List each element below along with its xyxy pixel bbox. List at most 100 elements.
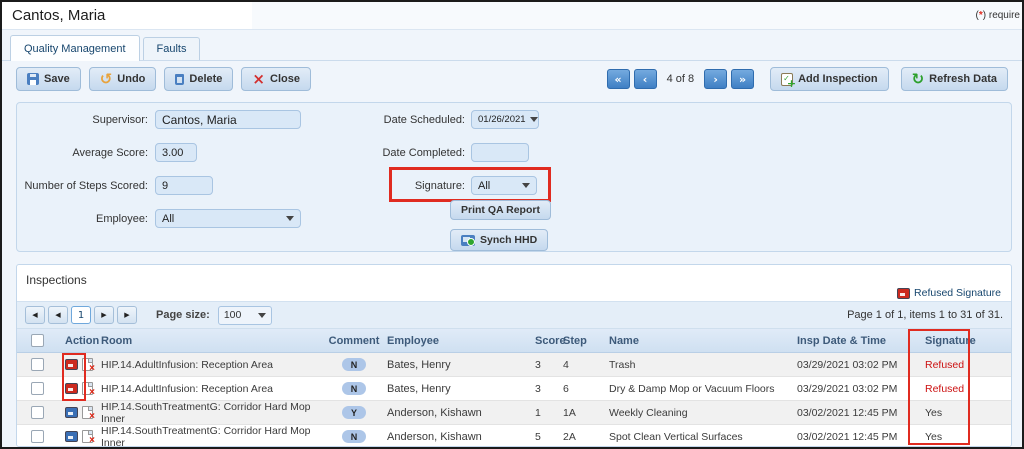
insp-date-cell: 03/29/2021 03:02 PM xyxy=(797,383,919,395)
column-header-score: Score xyxy=(529,335,563,347)
score-cell: 3 xyxy=(529,383,563,395)
comment-badge[interactable]: N xyxy=(342,382,366,395)
qa-form-panel: Supervisor: Cantos, Maria Average Score:… xyxy=(16,102,1012,252)
row-checkbox[interactable] xyxy=(31,382,44,395)
table-body: HIP.14.AdultInfusion: Reception Area N B… xyxy=(17,353,1011,447)
pager-last-button[interactable]: ▶ xyxy=(117,306,137,324)
step-cell: 1A xyxy=(563,407,609,419)
employee-cell: Bates, Henry xyxy=(387,383,529,395)
name-cell: Weekly Cleaning xyxy=(609,407,797,419)
employee-cell: Anderson, Kishawn xyxy=(387,407,529,419)
refresh-data-button[interactable]: ↻Refresh Data xyxy=(901,67,1008,91)
step-cell: 2A xyxy=(563,431,609,443)
prev-record-button[interactable]: ‹ xyxy=(634,69,657,89)
inspections-panel: Inspections Refused Signature ◀ ◀ 1 ▶ ▶ … xyxy=(16,264,1012,447)
employee-select[interactable]: All xyxy=(155,209,301,228)
trash-icon xyxy=(175,74,184,85)
table-pager: ◀ ◀ 1 ▶ ▶ Page size: 100 Page 1 of 1, it… xyxy=(17,301,1011,329)
table-row[interactable]: HIP.14.AdultInfusion: Reception Area N B… xyxy=(17,353,1011,377)
table-row[interactable]: HIP.14.SouthTreatmentG: Corridor Hard Mo… xyxy=(17,401,1011,425)
select-all-checkbox[interactable] xyxy=(31,334,44,347)
row-checkbox[interactable] xyxy=(31,406,44,419)
date-scheduled-label: Date Scheduled: xyxy=(317,114,465,126)
tab-quality-management[interactable]: Quality Management xyxy=(10,35,140,61)
employee-label: Employee: xyxy=(17,213,148,225)
delete-inspection-icon[interactable] xyxy=(82,406,93,419)
add-inspection-button[interactable]: Add Inspection xyxy=(770,67,888,91)
save-icon xyxy=(27,73,39,85)
table-header: Action Room Comment Employee Score Step … xyxy=(17,329,1011,353)
tab-faults[interactable]: Faults xyxy=(143,37,201,60)
room-cell: HIP.14.AdultInfusion: Reception Area xyxy=(101,383,333,395)
table-row[interactable]: HIP.14.AdultInfusion: Reception Area N B… xyxy=(17,377,1011,401)
row-checkbox[interactable] xyxy=(31,358,44,371)
signature-pad-icon[interactable] xyxy=(65,431,78,442)
steps-scored-input[interactable]: 9 xyxy=(155,176,213,195)
close-button[interactable]: ×Close xyxy=(241,67,311,91)
column-header-action: Action xyxy=(53,335,101,347)
signature-pad-icon[interactable] xyxy=(65,407,78,418)
pager-prev-button[interactable]: ◀ xyxy=(48,306,68,324)
delete-button[interactable]: Delete xyxy=(164,67,233,91)
column-header-room: Room xyxy=(101,335,333,347)
insp-date-cell: 03/02/2021 12:45 PM xyxy=(797,407,919,419)
insp-date-cell: 03/29/2021 03:02 PM xyxy=(797,359,919,371)
inspections-title: Inspections xyxy=(26,273,87,287)
supervisor-label: Supervisor: xyxy=(17,114,148,126)
page-size-label: Page size: xyxy=(156,309,210,321)
column-header-comment: Comment xyxy=(333,335,387,347)
score-cell: 5 xyxy=(529,431,563,443)
synch-hhd-button[interactable]: Synch HHD xyxy=(450,229,548,251)
page-info: Page 1 of 1, items 1 to 31 of 31. xyxy=(847,309,1003,321)
insp-date-cell: 03/02/2021 12:45 PM xyxy=(797,431,919,443)
signature-filter-annotation-box xyxy=(389,167,551,202)
comment-badge[interactable]: Y xyxy=(342,406,366,419)
comment-badge[interactable]: N xyxy=(342,430,366,443)
comment-badge[interactable]: N xyxy=(342,358,366,371)
room-cell: HIP.14.SouthTreatmentG: Corridor Hard Mo… xyxy=(101,425,333,448)
average-score-label: Average Score: xyxy=(17,147,148,159)
name-cell: Spot Clean Vertical Surfaces xyxy=(609,431,797,443)
toolbar: Save ↺Undo Delete ×Close « ‹ 4 of 8 › » … xyxy=(16,64,1008,94)
column-header-name: Name xyxy=(609,335,797,347)
save-button[interactable]: Save xyxy=(16,67,81,91)
required-note: (*) require xyxy=(976,10,1021,21)
average-score-input[interactable]: 3.00 xyxy=(155,143,197,162)
pager-current-page[interactable]: 1 xyxy=(71,306,91,324)
date-completed-label: Date Completed: xyxy=(317,147,465,159)
column-header-employee: Employee xyxy=(387,335,529,347)
next-record-button[interactable]: › xyxy=(704,69,727,89)
undo-button[interactable]: ↺Undo xyxy=(89,67,157,91)
room-cell: HIP.14.AdultInfusion: Reception Area xyxy=(101,359,333,371)
column-header-step: Step xyxy=(563,335,609,347)
chevron-down-icon xyxy=(258,313,266,318)
row-checkbox[interactable] xyxy=(31,430,44,443)
first-record-button[interactable]: « xyxy=(607,69,630,89)
pager-next-button[interactable]: ▶ xyxy=(94,306,114,324)
application-window: Cantos, Maria (*) require Quality Manage… xyxy=(0,0,1024,449)
room-cell: HIP.14.SouthTreatmentG: Corridor Hard Mo… xyxy=(101,401,333,425)
chevron-down-icon xyxy=(530,117,538,122)
date-completed-input[interactable] xyxy=(471,143,529,162)
print-qa-report-button[interactable]: Print QA Report xyxy=(450,200,551,220)
page-size-select[interactable]: 100 xyxy=(218,306,272,325)
date-scheduled-select[interactable]: 01/26/2021 xyxy=(471,110,539,129)
refused-signature-legend: Refused Signature xyxy=(897,287,1001,299)
chevron-down-icon xyxy=(286,216,294,221)
step-cell: 4 xyxy=(563,359,609,371)
delete-inspection-icon[interactable] xyxy=(82,430,93,443)
handheld-device-icon xyxy=(461,235,475,246)
undo-icon: ↺ xyxy=(100,73,113,85)
supervisor-input[interactable]: Cantos, Maria xyxy=(155,110,301,129)
employee-cell: Bates, Henry xyxy=(387,359,529,371)
column-header-insp-date: Insp Date & Time xyxy=(797,335,919,347)
pager-first-button[interactable]: ◀ xyxy=(25,306,45,324)
table-row[interactable]: HIP.14.SouthTreatmentG: Corridor Hard Mo… xyxy=(17,425,1011,447)
refresh-icon: ↻ xyxy=(912,73,925,85)
refused-action-annotation-box xyxy=(62,353,86,401)
last-record-button[interactable]: » xyxy=(731,69,754,89)
name-cell: Dry & Damp Mop or Vacuum Floors xyxy=(609,383,797,395)
score-cell: 1 xyxy=(529,407,563,419)
employee-cell: Anderson, Kishawn xyxy=(387,431,529,443)
score-cell: 3 xyxy=(529,359,563,371)
